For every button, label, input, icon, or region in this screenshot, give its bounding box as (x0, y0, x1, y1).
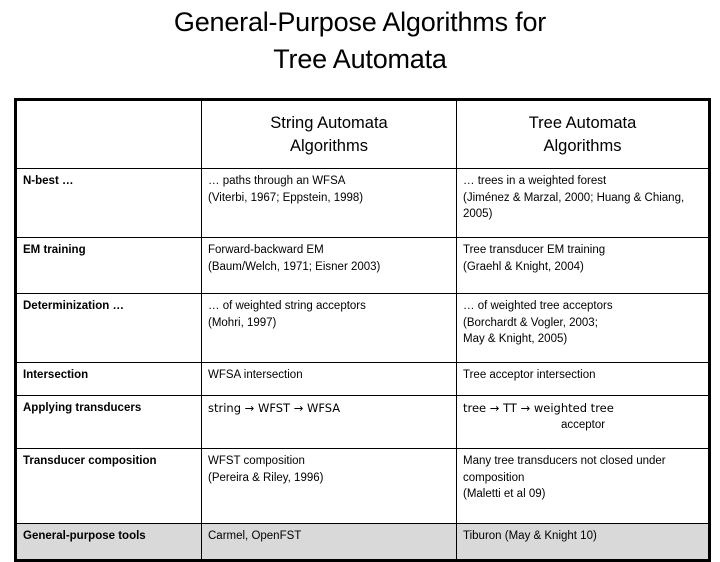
row-label-n-best: N-best … (15, 168, 202, 238)
cell-line: (Borchardt & Vogler, 2003; (463, 316, 598, 329)
row-label-transducer-composition: Transducer composition (15, 448, 202, 524)
header-tree-line-2: Algorithms (543, 136, 622, 155)
cell-line: (Baum/Welch, 1971; Eisner 2003) (208, 260, 381, 273)
title-line-2: Tree Automata (273, 44, 447, 74)
cell-line: … of weighted tree acceptors (463, 300, 613, 312)
cell-string-transducer-composition: WFST composition (Pereira & Riley, 1996) (201, 448, 457, 524)
row-label-general-purpose-tools: General-purpose tools (15, 523, 202, 561)
cell-tree-transducer-composition: Many tree transducers not closed under c… (456, 448, 710, 524)
table-row: General-purpose tools Carmel, OpenFST Ti… (15, 523, 710, 561)
cell-tree-determinization: … of weighted tree acceptors (Borchardt … (456, 293, 710, 363)
header-string-line-1: String Automata (270, 113, 388, 132)
cell-string-em-training: Forward-backward EM (Baum/Welch, 1971; E… (201, 237, 457, 294)
table-row: Transducer composition WFST composition … (15, 448, 710, 524)
row-label-applying-transducers: Applying transducers (15, 395, 202, 449)
table-row: N-best … … paths through an WFSA (Viterb… (15, 168, 710, 238)
header-tree-line-1: Tree Automata (528, 113, 637, 132)
cell-line: WFST composition (208, 455, 305, 467)
cell-line: … of weighted string acceptors (208, 300, 366, 312)
cell-line: Tiburon (May & Knight 10) (463, 530, 597, 542)
slide: General-Purpose Algorithms for Tree Auto… (0, 0, 720, 562)
cell-line: … trees in a weighted forest (463, 175, 607, 187)
header-cell-tree-automata: Tree Automata Algorithms (456, 99, 710, 169)
cell-line: (Viterbi, 1967; Eppstein, 1998) (208, 191, 364, 204)
cell-line: (Maletti et al 09) (463, 488, 546, 500)
cell-string-general-purpose-tools: Carmel, OpenFST (201, 523, 457, 561)
cell-line: Many tree transducers not closed under c… (463, 455, 666, 484)
cell-line: (Mohri, 1997) (208, 316, 277, 329)
page-title: General-Purpose Algorithms for Tree Auto… (40, 4, 680, 78)
cell-line: (Graehl & Knight, 2004) (463, 260, 584, 273)
cell-string-applying-transducers: string → WFST → WFSA (201, 395, 457, 449)
cell-line: acceptor (560, 418, 606, 431)
cell-tree-intersection: Tree acceptor intersection (456, 362, 710, 396)
cell-tree-applying-transducers: tree → TT → weighted tree acceptor (456, 395, 710, 449)
table-row: Applying transducers string → WFST → WFS… (15, 395, 710, 449)
cell-line: string → WFST → WFSA (208, 401, 341, 415)
cell-tree-em-training: Tree transducer EM training (Graehl & Kn… (456, 237, 710, 294)
cell-line: tree → TT → weighted tree (463, 401, 614, 415)
table-header-row: String Automata Algorithms Tree Automata… (15, 99, 710, 169)
header-cell-string-automata: String Automata Algorithms (201, 99, 457, 169)
cell-line: Tree transducer EM training (463, 244, 606, 256)
row-label-intersection: Intersection (15, 362, 202, 396)
comparison-table-wrapper: String Automata Algorithms Tree Automata… (14, 98, 711, 562)
comparison-table: String Automata Algorithms Tree Automata… (14, 98, 711, 562)
cell-line: WFSA intersection (208, 369, 303, 381)
cell-line: (Pereira & Riley, 1996) (208, 471, 324, 484)
header-string-line-2: Algorithms (290, 136, 368, 155)
cell-line: (Jiménez & Marzal, 2000; Huang & Chiang,… (463, 191, 685, 221)
table-row: Intersection WFSA intersection Tree acce… (15, 362, 710, 396)
row-label-determinization: Determinization … (15, 293, 202, 363)
cell-string-intersection: WFSA intersection (201, 362, 457, 396)
title-line-1: General-Purpose Algorithms for (173, 7, 547, 37)
cell-line: May & Knight, 2005) (463, 333, 568, 345)
table-row: Determinization … … of weighted string a… (15, 293, 710, 363)
cell-line: Forward-backward EM (208, 244, 324, 256)
cell-line: … paths through an WFSA (208, 175, 346, 187)
row-label-em-training: EM training (15, 237, 202, 294)
cell-string-determinization: … of weighted string acceptors (Mohri, 1… (201, 293, 457, 363)
cell-line: Carmel, OpenFST (208, 530, 302, 542)
cell-tree-n-best: … trees in a weighted forest (Jiménez & … (456, 168, 710, 238)
table-row: EM training Forward-backward EM (Baum/We… (15, 237, 710, 294)
header-cell-empty (15, 99, 202, 169)
cell-string-n-best: … paths through an WFSA (Viterbi, 1967; … (201, 168, 457, 238)
cell-line: Tree acceptor intersection (463, 369, 596, 381)
cell-tree-general-purpose-tools: Tiburon (May & Knight 10) (456, 523, 710, 561)
